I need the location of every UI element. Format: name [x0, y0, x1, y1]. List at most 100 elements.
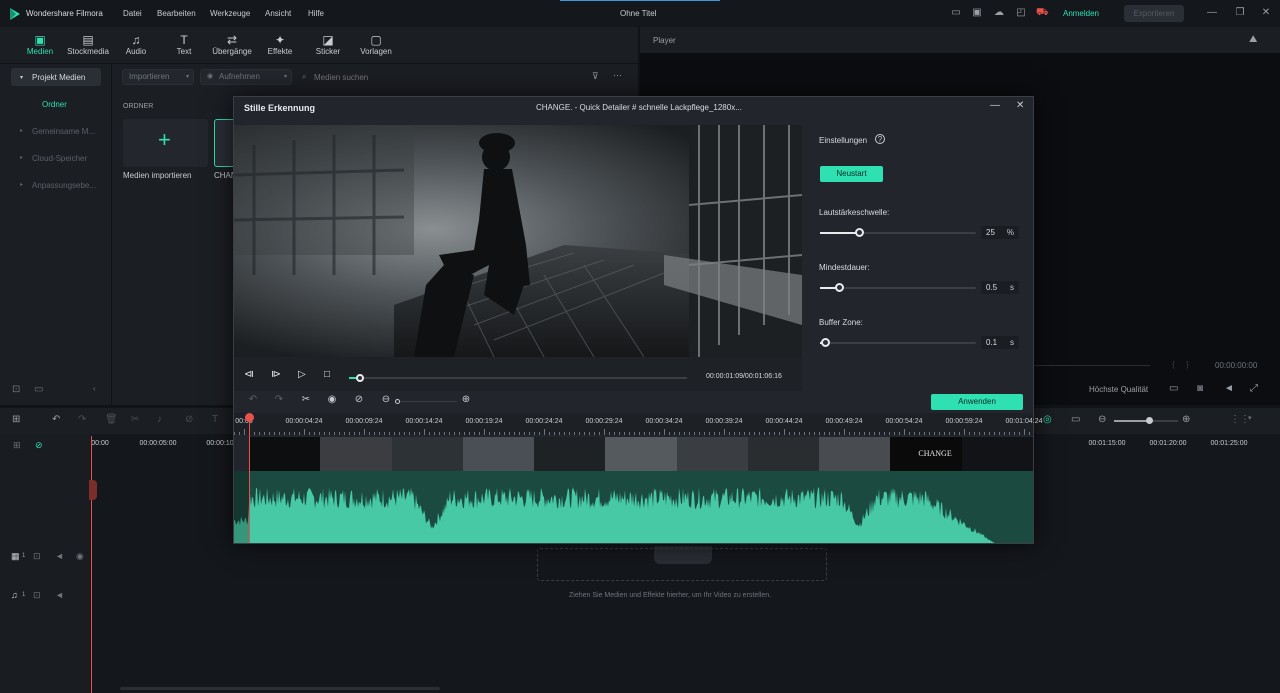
slider-knob[interactable]	[834, 283, 844, 292]
redo-icon[interactable]: ↷	[272, 394, 286, 405]
collapse-icon[interactable]: ‹	[93, 384, 96, 393]
volume-threshold-slider[interactable]	[820, 228, 976, 237]
tab-medien[interactable]: ▣ Medien	[18, 33, 62, 56]
tab-stockmedia[interactable]: ▤ Stockmedia	[66, 33, 110, 56]
maximize-icon[interactable]: ❐	[1234, 7, 1246, 19]
monitor-icon[interactable]: ▭	[1169, 383, 1178, 394]
mute-icon[interactable]: ◄	[55, 551, 64, 561]
menu-werkzeuge[interactable]: Werkzeuge	[210, 9, 250, 18]
close-icon[interactable]: ✕	[1260, 7, 1272, 19]
import-dropdown[interactable]: Importieren ▾	[122, 69, 194, 85]
login-button[interactable]: Anmelden	[1057, 6, 1105, 22]
tab-vorlagen[interactable]: ▢ Vorlagen	[354, 33, 398, 56]
bracket-in-icon[interactable]: {	[1172, 360, 1175, 369]
hide-icon[interactable]: ⊘	[352, 394, 366, 405]
sidebar-item-cloud[interactable]: Cloud-Speicher	[32, 154, 87, 163]
playback-knob[interactable]	[356, 374, 365, 382]
player-progress[interactable]	[1034, 365, 1150, 366]
slider-knob[interactable]	[855, 228, 864, 237]
quality-dropdown[interactable]: Höchste Qualität	[1089, 385, 1148, 394]
camera-icon[interactable]: ◙	[1197, 383, 1203, 394]
text-tool-icon[interactable]: T	[212, 414, 218, 425]
menu-bearbeiten[interactable]: Bearbeiten	[157, 9, 196, 18]
add-track-icon[interactable]: ⊞	[13, 440, 21, 451]
delete-icon[interactable]: 🗑	[105, 414, 118, 425]
tab-sticker[interactable]: ◪ Sticker	[306, 33, 350, 56]
prev-frame-icon[interactable]: ⧏	[244, 369, 254, 380]
import-media-tile[interactable]: +	[123, 119, 208, 167]
tag-icon[interactable]: ⊘	[185, 414, 193, 425]
timeline-playhead[interactable]	[91, 436, 92, 693]
fullscreen-icon[interactable]: ⤢	[1250, 383, 1258, 394]
bracket-out-icon[interactable]: }	[1186, 360, 1189, 369]
cart-icon[interactable]: ⛟	[1036, 7, 1049, 19]
grid-icon[interactable]: ⊞	[12, 414, 20, 425]
folder-icon[interactable]: ▭	[34, 384, 43, 395]
tab-effekte[interactable]: ✦ Effekte	[258, 33, 302, 56]
sidebar-item-gemeinsame[interactable]: Gemeinsame M...	[32, 127, 95, 136]
dialog-zoom-knob[interactable]	[395, 399, 400, 404]
lock-icon[interactable]: ⊡	[33, 551, 41, 562]
zoom-in-icon[interactable]: ⊕	[1182, 414, 1190, 425]
min-duration-slider[interactable]	[820, 283, 976, 292]
sidebar-item-anpassung[interactable]: Anpassungsebe...	[32, 181, 96, 190]
tab-audio[interactable]: ♫ Audio	[114, 33, 158, 56]
new-folder-icon[interactable]: ⊡	[12, 384, 20, 395]
filter-icon[interactable]: ⊽	[592, 71, 599, 82]
volume-threshold-input[interactable]: 25 %	[981, 226, 1019, 239]
minimize-icon[interactable]: —	[1206, 7, 1218, 19]
dialog-minimize-icon[interactable]: —	[990, 100, 1000, 111]
zoom-out-icon[interactable]: ⊖	[379, 394, 393, 405]
timeline-zoom-slider[interactable]	[1114, 417, 1178, 424]
tab-uebergaenge[interactable]: ⇄ Übergänge	[210, 33, 254, 56]
restart-button[interactable]: Neustart	[820, 166, 883, 182]
show-icon[interactable]: ◉	[325, 394, 339, 405]
settings-grip-icon[interactable]: ⋮⋮	[1230, 414, 1250, 425]
dialog-playhead-handle[interactable]	[245, 413, 254, 422]
audio-edit-icon[interactable]: ♪	[157, 414, 162, 425]
link-icon[interactable]: ⊘	[35, 440, 43, 451]
buffer-zone-slider[interactable]	[820, 338, 976, 347]
scissors-icon[interactable]: ✂	[299, 394, 313, 405]
playback-progress-bar[interactable]	[349, 374, 687, 382]
tab-text[interactable]: T Text	[162, 33, 206, 56]
stop-icon[interactable]: □	[324, 369, 330, 380]
mute-icon[interactable]: ◄	[55, 590, 64, 600]
ai-icon[interactable]: ◎	[1043, 414, 1052, 425]
gift-icon[interactable]: ◰	[1015, 7, 1027, 19]
snapshot-icon[interactable]: ⛰	[1249, 34, 1257, 45]
playhead-handle[interactable]	[89, 480, 97, 500]
drop-zone[interactable]	[537, 548, 827, 581]
sidebar-item-projekt-medien[interactable]: Projekt Medien	[32, 73, 85, 82]
play-icon[interactable]: ▷	[298, 369, 306, 380]
chevron-down-icon[interactable]: ▾	[1248, 414, 1252, 422]
search-input[interactable]	[314, 69, 574, 85]
cloud-icon[interactable]: ☁	[993, 7, 1005, 19]
zoom-in-icon[interactable]: ⊕	[459, 394, 473, 405]
export-button[interactable]: Exportieren	[1124, 5, 1184, 22]
undo-icon[interactable]: ↶	[52, 414, 60, 425]
timeline-scrollbar[interactable]	[120, 687, 440, 690]
layout-icon[interactable]: ▭	[950, 7, 962, 19]
zoom-out-icon[interactable]: ⊖	[1098, 414, 1106, 425]
timeline-zoom-knob[interactable]	[1146, 417, 1153, 424]
menu-hilfe[interactable]: Hilfe	[308, 9, 324, 18]
lock-icon[interactable]: ⊡	[33, 590, 41, 601]
undo-icon[interactable]: ↶	[246, 394, 260, 405]
min-duration-input[interactable]: 0.5 s	[981, 281, 1019, 294]
volume-icon[interactable]: ◄	[1224, 383, 1234, 394]
save-icon[interactable]: ▣	[971, 7, 983, 19]
buffer-zone-input[interactable]: 0.1 s	[981, 336, 1019, 349]
menu-ansicht[interactable]: Ansicht	[265, 9, 291, 18]
help-icon[interactable]: ?	[875, 134, 885, 144]
next-frame-icon[interactable]: ⧐	[271, 369, 281, 380]
dialog-zoom-slider[interactable]	[395, 399, 457, 404]
sidebar-item-ordner[interactable]: Ordner	[42, 100, 67, 109]
more-icon[interactable]: ⋯	[613, 70, 622, 81]
redo-icon[interactable]: ↷	[78, 414, 86, 425]
menu-datei[interactable]: Datei	[123, 9, 142, 18]
eye-icon[interactable]: ◉	[76, 551, 84, 562]
dialog-playhead[interactable]	[249, 415, 250, 543]
apply-button[interactable]: Anwenden	[931, 394, 1023, 410]
marker-icon[interactable]: ▭	[1071, 414, 1080, 425]
